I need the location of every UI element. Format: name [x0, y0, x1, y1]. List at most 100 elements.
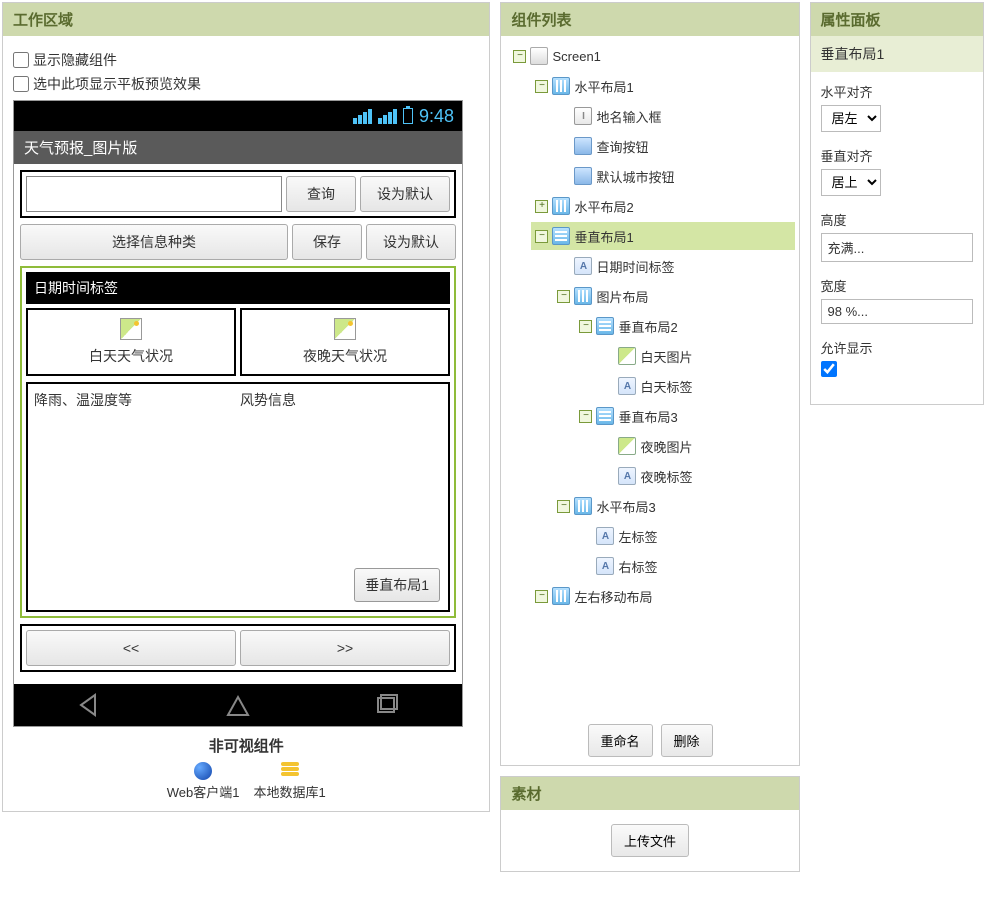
web-client-component[interactable]: Web客户端1 — [167, 762, 240, 801]
set-default-button-2[interactable]: 设为默认 — [366, 224, 456, 260]
spacer — [557, 260, 570, 273]
tree-label: 日期时间标签 — [596, 257, 674, 276]
place-input[interactable] — [26, 176, 282, 212]
info-box: 降雨、温湿度等 风势信息 垂直布局1 — [26, 382, 450, 612]
spacer — [601, 440, 614, 453]
globe-icon — [194, 762, 212, 780]
vertical-layout-icon — [552, 227, 570, 245]
tree-node-query-btn[interactable]: 查询按钮 — [553, 132, 794, 160]
tree-node-h3[interactable]: − 水平布局3 — [553, 492, 794, 520]
tree-node-v2[interactable]: − 垂直布局2 — [575, 312, 794, 340]
valign-select[interactable]: 居上 — [821, 169, 881, 196]
horizontal-layout-icon — [574, 497, 592, 515]
horizontal-layout-icon — [552, 77, 570, 95]
vertical-layout-icon — [596, 317, 614, 335]
tree-label: 夜晚图片 — [640, 437, 692, 456]
tree-node-night-img[interactable]: 夜晚图片 — [597, 432, 794, 460]
label-icon — [618, 467, 636, 485]
spacer — [601, 380, 614, 393]
tablet-preview-checkbox[interactable]: 选中此项显示平板预览效果 — [13, 74, 479, 94]
wind-label: 风势信息 — [238, 388, 444, 412]
horizontal-layout-icon — [552, 197, 570, 215]
width-value[interactable]: 98 %... — [821, 299, 973, 324]
tree-label: 图片布局 — [596, 287, 648, 306]
spacer — [601, 350, 614, 363]
selected-vertical-layout[interactable]: 日期时间标签 白天天气状况 夜晚天气状况 — [20, 266, 456, 618]
collapse-icon[interactable]: − — [579, 410, 592, 423]
back-icon — [75, 691, 103, 719]
tree-node-lr-layout[interactable]: − 左右移动布局 — [531, 582, 794, 610]
component-tree: − Screen1 −水平布局1 地名输入框 查询按钮 默认城市按钮 — [505, 42, 794, 610]
collapse-icon[interactable]: − — [535, 230, 548, 243]
rename-button[interactable]: 重命名 — [588, 724, 653, 757]
collapse-icon[interactable]: − — [535, 80, 548, 93]
delete-button[interactable]: 删除 — [661, 724, 713, 757]
textbox-icon — [574, 107, 592, 125]
tree-label: 右标签 — [618, 557, 657, 576]
nonvisible-title: 非可视组件 — [13, 735, 479, 756]
tree-node-place-input[interactable]: 地名输入框 — [553, 102, 794, 130]
tree-node-img-layout[interactable]: − 图片布局 — [553, 282, 794, 310]
tree-node-default-btn[interactable]: 默认城市按钮 — [553, 162, 794, 190]
tree-node-right-lbl[interactable]: 右标签 — [575, 552, 794, 580]
night-weather-label: 夜晚天气状况 — [303, 346, 387, 366]
tree-node-screen1[interactable]: − Screen1 — [509, 42, 794, 70]
collapse-icon[interactable]: − — [579, 320, 592, 333]
collapse-icon[interactable]: − — [535, 590, 548, 603]
tree-node-night-lbl[interactable]: 夜晚标签 — [597, 462, 794, 490]
horizontal-layout-icon — [574, 287, 592, 305]
set-default-button-1[interactable]: 设为默认 — [360, 176, 450, 212]
tree-label: 夜晚标签 — [640, 467, 692, 486]
tree-label: 水平布局3 — [596, 497, 655, 516]
show-hidden-checkbox[interactable]: 显示隐藏组件 — [13, 50, 479, 70]
tree-label: 垂直布局1 — [574, 227, 633, 246]
date-time-label: 日期时间标签 — [28, 274, 448, 302]
vertical-layout-icon — [596, 407, 614, 425]
tree-node-left-lbl[interactable]: 左标签 — [575, 522, 794, 550]
tree-node-day-lbl[interactable]: 白天标签 — [597, 372, 794, 400]
web-client-label: Web客户端1 — [167, 782, 240, 801]
phone-preview: 9:48 天气预报_图片版 查询 设为默认 选择信息种类 保存 设为默认 — [13, 100, 463, 727]
day-weather-label: 白天天气状况 — [89, 346, 173, 366]
tree-label: Screen1 — [552, 49, 600, 64]
tree-label: 垂直布局2 — [618, 317, 677, 336]
image-placeholder-icon — [334, 318, 356, 340]
tree-label: 左右移动布局 — [574, 587, 652, 606]
visible-checkbox[interactable] — [821, 361, 837, 377]
spacer — [579, 530, 592, 543]
tree-node-date-lbl[interactable]: 日期时间标签 — [553, 252, 794, 280]
tree-label: 左标签 — [618, 527, 657, 546]
collapse-icon[interactable]: − — [513, 50, 526, 63]
query-button[interactable]: 查询 — [286, 176, 356, 212]
prev-button[interactable]: << — [26, 630, 236, 666]
selection-tag: 垂直布局1 — [354, 568, 440, 602]
local-db-component[interactable]: 本地数据库1 — [253, 762, 325, 801]
battery-icon — [403, 108, 413, 124]
height-value[interactable]: 充满... — [821, 233, 973, 262]
status-clock: 9:48 — [419, 106, 454, 127]
tree-label: 白天图片 — [640, 347, 692, 366]
collapse-icon[interactable]: − — [557, 500, 570, 513]
upload-file-button[interactable]: 上传文件 — [611, 824, 689, 857]
collapse-icon[interactable]: − — [557, 290, 570, 303]
halign-select[interactable]: 居左 — [821, 105, 881, 132]
android-nav-bar — [14, 684, 462, 726]
expand-icon[interactable]: + — [535, 200, 548, 213]
button-icon — [574, 167, 592, 185]
tree-node-h1[interactable]: −水平布局1 — [531, 72, 794, 100]
nonvisible-components: 非可视组件 Web客户端1 本地数据库1 — [13, 735, 479, 801]
tree-node-day-img[interactable]: 白天图片 — [597, 342, 794, 370]
tree-node-h2[interactable]: +水平布局2 — [531, 192, 794, 220]
component-list-header: 组件列表 — [501, 3, 798, 36]
tree-label: 白天标签 — [640, 377, 692, 396]
show-hidden-label: 显示隐藏组件 — [33, 50, 117, 70]
tree-node-v3[interactable]: −垂直布局3 — [575, 402, 794, 430]
spacer — [579, 560, 592, 573]
database-icon — [281, 762, 299, 780]
save-button[interactable]: 保存 — [292, 224, 362, 260]
select-kind-button[interactable]: 选择信息种类 — [20, 224, 288, 260]
button-icon — [574, 137, 592, 155]
tree-node-v1[interactable]: − 垂直布局1 — [531, 222, 794, 250]
next-button[interactable]: >> — [240, 630, 450, 666]
spacer — [557, 170, 570, 183]
